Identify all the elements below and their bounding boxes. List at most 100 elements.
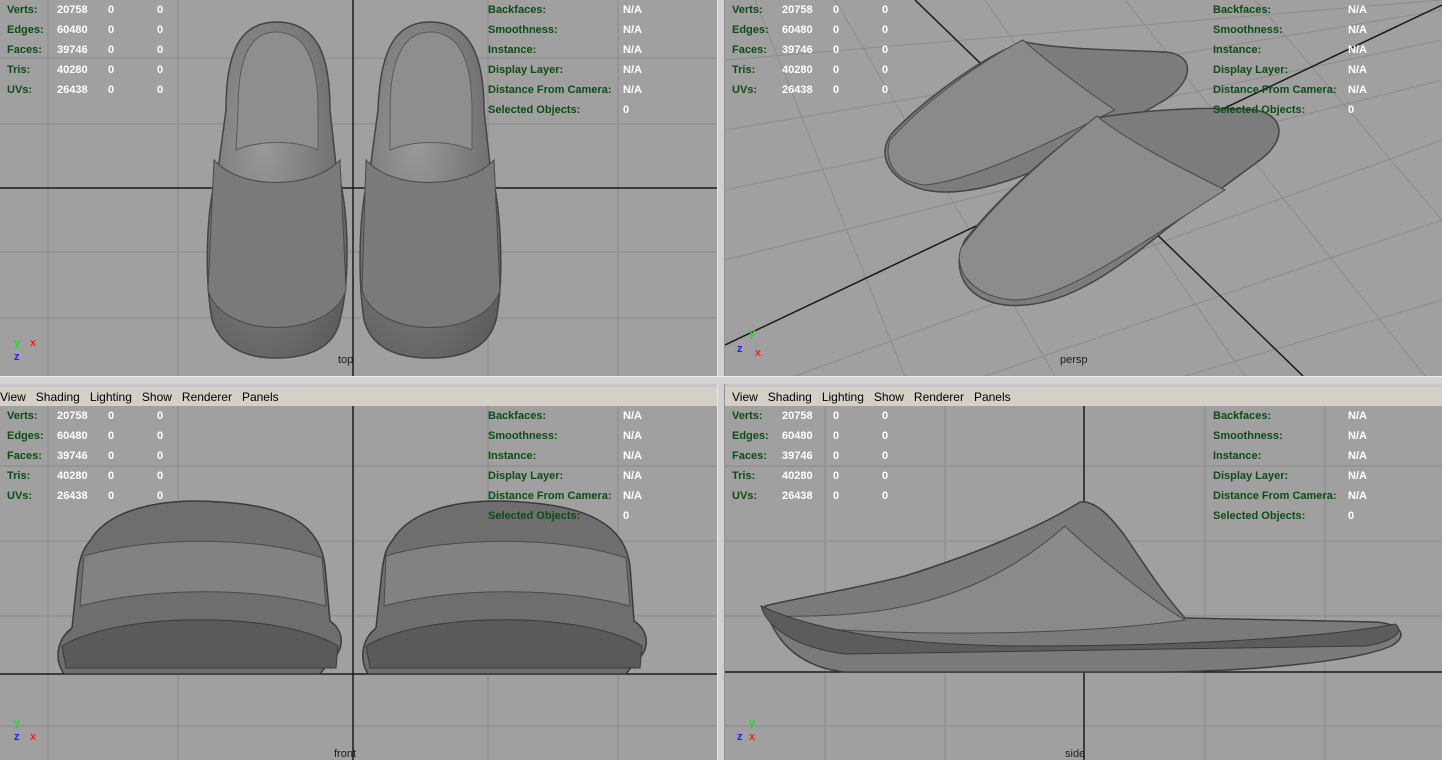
hud-value: 0 [157,430,164,442]
hud-label: Selected Objects: [488,510,581,522]
hud-value: 0 [157,410,164,422]
hud-value: 40280 [782,470,813,482]
maya-four-view-layout: y x z top y z x persp y z x front y z x … [0,0,1442,760]
slipper-side [760,501,1402,673]
hud-value: N/A [623,450,642,462]
menu-renderer[interactable]: Renderer [177,390,237,404]
hud-value: 0 [108,470,115,482]
hud-value: 0 [833,450,840,462]
menu-renderer[interactable]: Renderer [909,390,969,404]
hud-value: 60480 [782,430,813,442]
hud-value: 0 [157,490,164,502]
hud-value: N/A [623,84,642,96]
hud-value: 39746 [57,450,88,462]
hud-value: 0 [108,4,115,16]
hud-value: 0 [882,410,889,422]
svg-text:x: x [30,731,37,743]
hud-value: N/A [623,4,642,16]
hud-value: N/A [1348,24,1367,36]
camera-label-side: side [1065,748,1086,760]
hud-label: Tris: [732,64,756,76]
menu-panels[interactable]: Panels [237,390,284,404]
hud-value: 26438 [782,490,813,502]
hud-value: 0 [882,64,889,76]
hud-label: Display Layer: [1213,64,1289,76]
hud-value: 0 [108,410,115,422]
svg-text:y: y [749,327,756,339]
hud-value: 0 [833,410,840,422]
hud-value: 0 [157,44,164,56]
hud-value: 0 [157,64,164,76]
hud-label: Selected Objects: [1213,510,1306,522]
hud-label: Faces: [7,450,42,462]
menu-lighting[interactable]: Lighting [85,390,137,404]
camera-label-persp: persp [1060,354,1088,366]
hud-label: Selected Objects: [488,104,581,116]
hud-value: 0 [157,470,164,482]
svg-text:z: z [14,731,20,743]
hud-label: Verts: [7,410,38,422]
viewport-top[interactable]: y x z top [0,0,717,376]
menu-shading[interactable]: Shading [763,390,817,404]
hud-value: N/A [623,44,642,56]
hud-label: UVs: [7,84,33,96]
hud-value: N/A [623,24,642,36]
hud-label: Tris: [7,64,31,76]
hud-value: 20758 [57,410,88,422]
viewport-persp-canvas[interactable]: y z x [725,0,1442,376]
hud-value: 0 [108,44,115,56]
hud-value: N/A [1348,44,1367,56]
menu-panels[interactable]: Panels [969,390,1016,404]
hud-value: N/A [623,470,642,482]
hud-label: Display Layer: [488,470,564,482]
hud-label: Edges: [732,24,769,36]
axis-indicator: y x z [14,337,37,363]
hud-value: N/A [1348,4,1367,16]
hud-label: Instance: [1213,450,1262,462]
hud-label: UVs: [732,84,758,96]
viewport-top-canvas[interactable]: y x z [0,0,717,376]
menu-view[interactable]: View [725,390,763,404]
hud-label: Backfaces: [1213,410,1272,422]
menu-show[interactable]: Show [137,390,177,404]
hud-value: N/A [623,430,642,442]
hud-value: 0 [833,430,840,442]
menu-lighting[interactable]: Lighting [817,390,869,404]
hud-value: N/A [1348,410,1367,422]
hud-label: Distance From Camera: [488,84,612,96]
hud-value: N/A [623,410,642,422]
hud-value: 0 [882,4,889,16]
hud-label: Faces: [7,44,42,56]
hud-label: Verts: [732,410,763,422]
menu-show[interactable]: Show [869,390,909,404]
hud-label: Backfaces: [1213,4,1272,16]
panel-menubar-front: View Shading Lighting Show Renderer Pane… [0,387,717,406]
hud-value: 0 [108,490,115,502]
hud-value: 20758 [782,410,813,422]
hud-value: 0 [157,450,164,462]
viewport-persp[interactable]: y z x persp [725,0,1442,376]
hud-value: 0 [833,44,840,56]
slipper-left-front [57,500,342,675]
hud-label: Backfaces: [488,4,547,16]
hud-value: 0 [833,84,840,96]
panel-menubar-side: View Shading Lighting Show Renderer Pane… [725,387,1442,406]
hud-label: Backfaces: [488,410,547,422]
hud-value: 0 [882,490,889,502]
svg-text:z: z [14,351,20,363]
hud-value: 0 [882,430,889,442]
menu-shading[interactable]: Shading [31,390,85,404]
pane-splitter-horizontal[interactable] [0,376,1442,384]
menu-view[interactable]: View [0,390,31,404]
hud-value: 0 [882,450,889,462]
hud-label: Edges: [732,430,769,442]
hud-value: 0 [833,64,840,76]
hud-label: Instance: [1213,44,1262,56]
hud-value: 0 [157,84,164,96]
hud-value: 0 [1348,510,1355,522]
hud-label: Distance From Camera: [1213,84,1337,96]
hud-value: N/A [623,490,642,502]
hud-value: N/A [1348,64,1367,76]
hud-value: 39746 [57,44,88,56]
hud-value: 0 [833,24,840,36]
